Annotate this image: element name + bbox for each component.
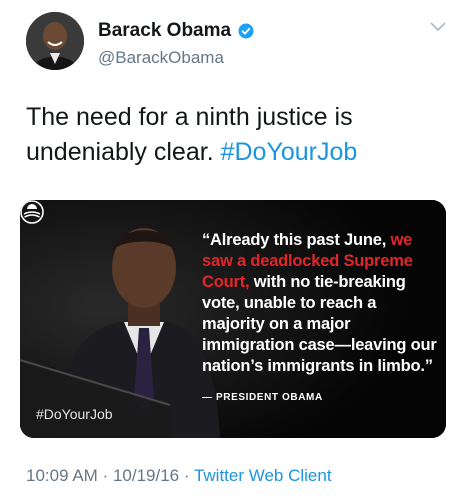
author-handle[interactable]: @BarackObama: [98, 48, 224, 68]
tweet-media-image[interactable]: “Already this past June, we saw a deadlo…: [20, 200, 446, 438]
tweet-hashtag-link[interactable]: #DoYourJob: [221, 138, 358, 166]
quote-attribution: — PRESIDENT OBAMA: [202, 392, 323, 403]
obama-logo-icon: [20, 200, 44, 224]
verified-badge-icon: [238, 23, 254, 39]
tweet-client-link[interactable]: Twitter Web Client: [194, 466, 332, 485]
author-name-row: Barack Obama: [98, 20, 255, 42]
tweet-header: Barack Obama @BarackObama: [26, 12, 446, 74]
avatar[interactable]: [26, 12, 84, 70]
media-hashtag-watermark: #DoYourJob: [36, 406, 113, 422]
author-name[interactable]: Barack Obama: [98, 20, 231, 42]
tweet-text: The need for a ninth justice is undeniab…: [26, 100, 446, 170]
tweet-date[interactable]: 10/19/16: [113, 466, 179, 485]
tweet-meta: 10:09 AM · 10/19/16 · Twitter Web Client: [26, 466, 332, 486]
tweet-time[interactable]: 10:09 AM: [26, 466, 98, 485]
media-quote: “Already this past June, we saw a deadlo…: [202, 230, 438, 377]
meta-separator: ·: [97, 466, 113, 485]
chevron-down-icon[interactable]: [430, 22, 446, 32]
quote-part-1: “Already this past June,: [202, 231, 391, 249]
meta-separator: ·: [179, 466, 194, 485]
